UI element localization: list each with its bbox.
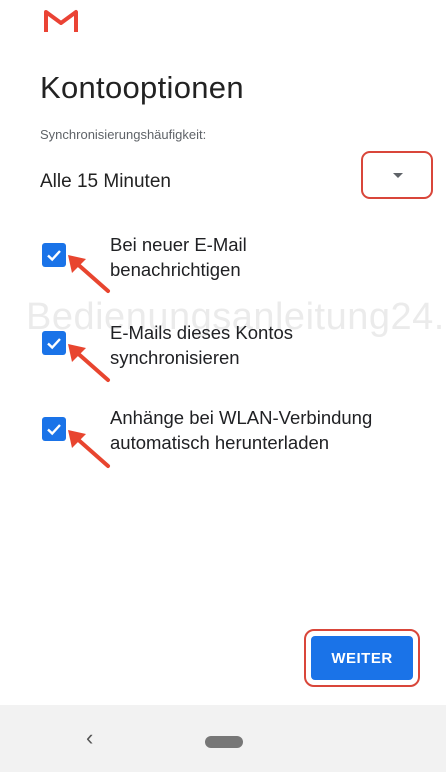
sync-frequency-label: Synchronisierungshäufigkeit: — [40, 127, 207, 142]
sync-account-checkbox[interactable] — [42, 331, 66, 355]
page-title: Kontooptionen — [40, 70, 244, 105]
checkmark-icon — [47, 424, 61, 436]
checkmark-icon — [47, 250, 61, 262]
annotation-arrow-icon — [68, 344, 110, 382]
caret-down-icon — [393, 173, 403, 178]
download-attachments-label: Anhänge bei WLAN-Verbindung automatisch … — [110, 407, 373, 453]
back-chevron-icon[interactable]: ‹ — [86, 725, 93, 751]
sync-frequency-value[interactable]: Alle 15 Minuten — [40, 171, 171, 193]
system-nav-bar: ‹ — [0, 705, 446, 772]
notify-new-mail-checkbox[interactable] — [42, 243, 66, 267]
sync-account-label: E-Mails dieses Kontos synchronisieren — [110, 322, 294, 368]
download-attachments-checkbox[interactable] — [42, 417, 66, 441]
gmail-logo — [44, 10, 78, 32]
annotation-arrow-icon — [68, 255, 110, 293]
notify-new-mail-label: Bei neuer E-Mail benachrichtigen — [110, 234, 247, 280]
home-pill-icon[interactable] — [205, 736, 243, 748]
next-button-label[interactable]: WEITER — [311, 636, 413, 680]
checkmark-icon — [47, 338, 61, 350]
sync-frequency-dropdown[interactable] — [361, 151, 433, 199]
next-button[interactable]: WEITER — [304, 629, 420, 687]
annotation-arrow-icon — [68, 430, 110, 468]
